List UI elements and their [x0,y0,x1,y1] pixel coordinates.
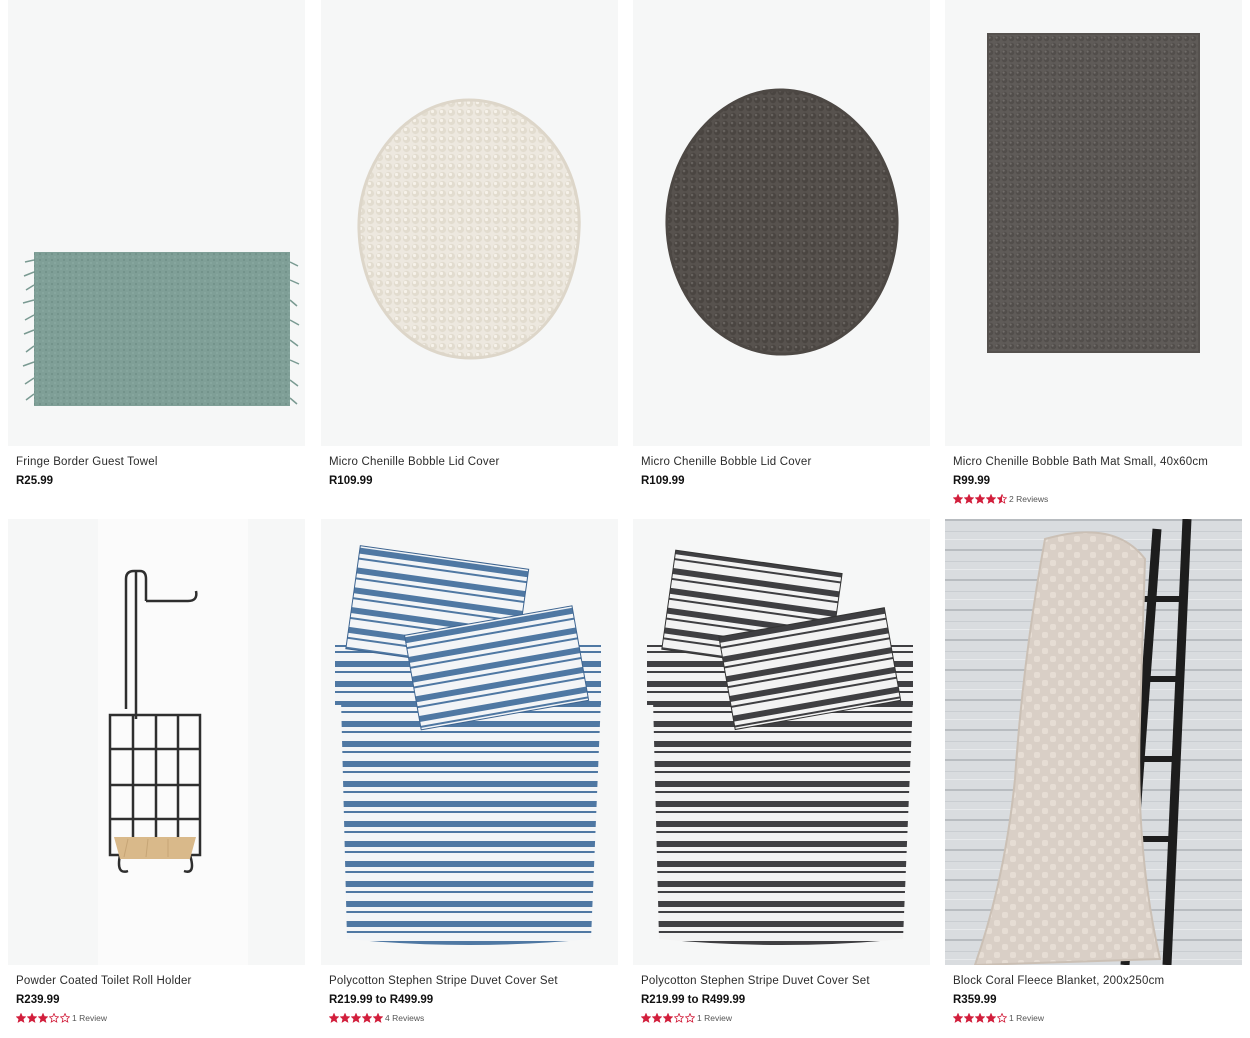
product-image[interactable] [321,0,618,446]
product-title[interactable]: Powder Coated Toilet Roll Holder [16,974,305,989]
star-filled-icon [641,1012,651,1023]
product-title[interactable]: Polycotton Stephen Stripe Duvet Cover Se… [329,974,618,989]
product-title[interactable]: Micro Chenille Bobble Lid Cover [329,455,618,470]
star-filled-icon [953,493,963,504]
star-empty-icon [60,1012,70,1023]
star-filled-icon [975,1012,985,1023]
product-card[interactable]: Micro Chenille Bobble Lid Cover R109.99 [633,0,930,489]
star-filled-icon [975,493,985,504]
review-count[interactable]: 1 Review [697,1013,732,1023]
star-filled-icon [986,1012,996,1023]
star-filled-icon [38,1012,48,1023]
star-filled-icon [373,1012,383,1023]
product-price: R219.99 to R499.99 [329,994,434,1006]
product-card[interactable]: Polycotton Stephen Stripe Duvet Cover Se… [321,519,618,1024]
product-title[interactable]: Micro Chenille Bobble Lid Cover [641,455,930,470]
star-half-icon [997,493,1007,504]
star-filled-icon [953,1012,963,1023]
product-rating[interactable]: 4 Reviews [329,1011,618,1024]
product-price: R239.99 [16,994,60,1006]
product-rating[interactable]: 1 Review [953,1011,1242,1024]
star-empty-icon [674,1012,684,1023]
star-filled-icon [351,1012,361,1023]
product-price: R99.99 [953,475,991,487]
star-filled-icon [652,1012,662,1023]
product-image[interactable] [8,519,305,965]
product-title[interactable]: Polycotton Stephen Stripe Duvet Cover Se… [641,974,930,989]
star-rating [953,493,1008,504]
charcoal-lid-cover-image [665,88,899,356]
product-price: R109.99 [641,475,685,487]
blue-stripe-duvet-image [335,545,601,945]
review-count[interactable]: 2 Reviews [1009,494,1048,504]
star-empty-icon [997,1012,1007,1023]
cream-lid-cover-image [357,98,581,360]
toilet-roll-holder-image [98,519,248,965]
review-count[interactable]: 1 Review [72,1013,107,1023]
charcoal-stripe-duvet-image [647,549,913,945]
product-grid: Fringe Border Guest Towel R25.99 Micro C… [0,0,1250,1038]
product-image[interactable] [633,0,930,446]
star-empty-icon [49,1012,59,1023]
star-filled-icon [964,493,974,504]
star-filled-icon [964,1012,974,1023]
review-count[interactable]: 4 Reviews [385,1013,424,1023]
star-filled-icon [329,1012,339,1023]
star-filled-icon [16,1012,26,1023]
star-filled-icon [663,1012,673,1023]
charcoal-bath-mat-image [987,33,1200,353]
product-card[interactable]: Polycotton Stephen Stripe Duvet Cover Se… [633,519,930,1024]
product-image[interactable] [633,519,930,965]
product-card[interactable]: Block Coral Fleece Blanket, 200x250cm R3… [945,519,1242,1024]
product-rating[interactable]: 2 Reviews [953,492,1242,505]
star-filled-icon [362,1012,372,1023]
product-price: R219.99 to R499.99 [641,994,746,1006]
product-title[interactable]: Block Coral Fleece Blanket, 200x250cm [953,974,1242,989]
product-image[interactable] [945,0,1242,446]
product-rating[interactable]: 1 Review [641,1011,930,1024]
product-image[interactable] [321,519,618,965]
star-rating [641,1012,696,1023]
product-image[interactable] [8,0,305,446]
product-card[interactable]: Fringe Border Guest Towel R25.99 [8,0,305,489]
product-rating[interactable]: 1 Review [16,1011,305,1024]
product-price: R359.99 [953,994,997,1006]
product-card[interactable]: Micro Chenille Bobble Bath Mat Small, 40… [945,0,1242,505]
star-empty-icon [685,1012,695,1023]
fleece-blanket-image [945,519,1242,965]
star-filled-icon [27,1012,37,1023]
star-rating [329,1012,384,1023]
product-card[interactable]: Micro Chenille Bobble Lid Cover R109.99 [321,0,618,489]
star-filled-icon [340,1012,350,1023]
review-count[interactable]: 1 Review [1009,1013,1044,1023]
product-image[interactable] [945,519,1242,965]
star-rating [16,1012,71,1023]
star-rating [953,1012,1008,1023]
green-towel-image [22,252,300,406]
product-price: R109.99 [329,475,373,487]
star-filled-icon [986,493,996,504]
product-price: R25.99 [16,475,54,487]
product-card[interactable]: Powder Coated Toilet Roll Holder R239.99… [8,519,305,1024]
product-title[interactable]: Micro Chenille Bobble Bath Mat Small, 40… [953,455,1242,470]
product-title[interactable]: Fringe Border Guest Towel [16,455,305,470]
